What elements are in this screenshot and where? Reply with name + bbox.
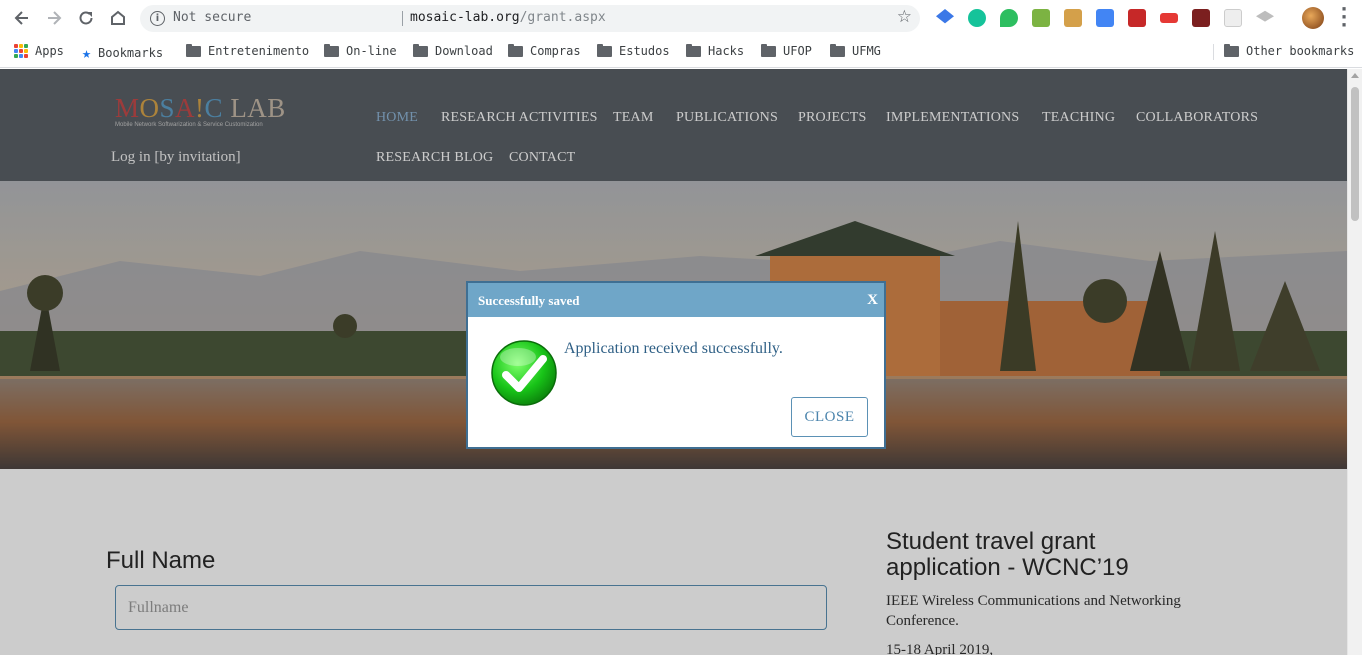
apps-grid-icon — [14, 44, 28, 58]
star-icon[interactable]: ☆ — [897, 7, 912, 27]
back-icon[interactable] — [10, 6, 34, 30]
folder-icon — [830, 43, 845, 57]
dialog-close-x-button[interactable]: X — [867, 292, 878, 309]
bookmarks-bar: Apps ★ Bookmarks Entretenimento On-line … — [0, 36, 1362, 68]
dialog-title: Successfully saved — [478, 293, 580, 308]
reload-icon[interactable] — [74, 6, 98, 30]
bookmark-bookmarks[interactable]: ★ Bookmarks — [82, 44, 163, 62]
page-scrollbar[interactable] — [1347, 69, 1362, 655]
kebab-menu-icon[interactable]: · · · — [1338, 1, 1350, 35]
folder-icon — [1224, 43, 1239, 57]
extension-tex-icon[interactable] — [1224, 9, 1242, 27]
dialog-close-button[interactable]: CLOSE — [791, 397, 868, 437]
extension-grammarly-icon[interactable] — [968, 9, 986, 27]
divider — [1213, 44, 1214, 60]
browser-toolbar: i Not secure mosaic-lab.org/grant.aspx ☆… — [0, 0, 1362, 36]
home-icon[interactable] — [106, 6, 130, 30]
url-text[interactable]: mosaic-lab.org/grant.aspx — [410, 10, 606, 25]
page-viewport: MOSA!C LAB Mobile Network Softwarization… — [0, 69, 1362, 655]
bookmark-star-icon: ★ — [82, 44, 92, 62]
bookmark-folder-ufmg[interactable]: UFMG — [830, 43, 881, 58]
bookmark-folder-hacks[interactable]: Hacks — [686, 43, 744, 58]
extension-inbox-icon[interactable] — [1032, 9, 1050, 27]
folder-icon — [761, 43, 776, 57]
bookmark-folder-download[interactable]: Download — [413, 43, 493, 58]
scroll-up-icon[interactable] — [1351, 73, 1359, 78]
extension-pdf-icon[interactable] — [1160, 13, 1178, 23]
forward-icon[interactable] — [42, 6, 66, 30]
bookmark-folder-entretenimento[interactable]: Entretenimento — [186, 43, 309, 58]
info-icon[interactable]: i — [150, 11, 165, 26]
extension-zotero-icon[interactable] — [1192, 9, 1210, 27]
extension-cat-icon[interactable] — [1064, 9, 1082, 27]
folder-icon — [324, 43, 339, 57]
security-label: Not secure — [173, 10, 252, 25]
address-bar[interactable]: i Not secure mosaic-lab.org/grant.aspx ☆ — [140, 5, 920, 32]
extension-evernote-icon[interactable] — [1000, 9, 1018, 27]
extension-translate-icon[interactable] — [1096, 9, 1114, 27]
extension-graduation-icon[interactable] — [936, 9, 954, 24]
folder-icon — [413, 43, 428, 57]
bookmark-folder-ufop[interactable]: UFOP — [761, 43, 812, 58]
folder-icon — [508, 43, 523, 57]
bookmark-other[interactable]: Other bookmarks — [1224, 43, 1354, 58]
dialog-header: Successfully saved X — [468, 283, 884, 317]
dialog-message: Application received successfully. — [564, 340, 783, 357]
bookmark-apps[interactable]: Apps — [14, 44, 64, 58]
bookmark-folder-compras[interactable]: Compras — [508, 43, 581, 58]
extension-book-icon[interactable] — [1128, 9, 1146, 27]
divider — [402, 11, 403, 26]
profile-avatar[interactable] — [1302, 7, 1324, 29]
folder-icon — [597, 43, 612, 57]
checkmark-icon — [491, 340, 557, 406]
extension-scholar-icon[interactable] — [1256, 10, 1274, 22]
folder-icon — [186, 43, 201, 57]
folder-icon — [686, 43, 701, 57]
bookmark-folder-online[interactable]: On-line — [324, 43, 397, 58]
success-dialog: Successfully saved X Application receive… — [466, 281, 886, 449]
bookmark-folder-estudos[interactable]: Estudos — [597, 43, 670, 58]
scrollbar-thumb[interactable] — [1351, 87, 1359, 221]
